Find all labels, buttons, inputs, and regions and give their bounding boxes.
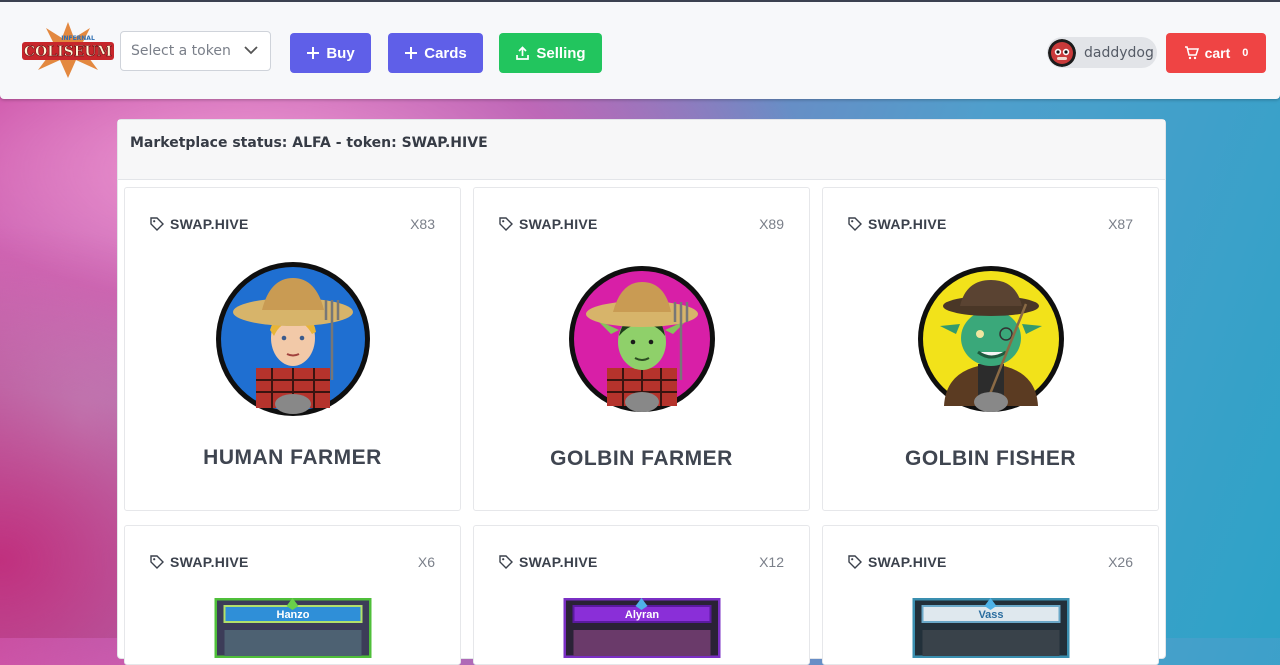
card-quantity: X89 — [759, 216, 784, 232]
card-title: GOLBIN FISHER — [904, 447, 1076, 470]
tag-icon — [848, 217, 862, 231]
card-quantity: X87 — [1108, 216, 1133, 232]
token-label: SWAP.HIVE — [519, 554, 598, 570]
card-quantity: X26 — [1108, 554, 1133, 570]
token-select-placeholder: Select a token — [131, 43, 231, 59]
card-title: HUMAN FARMER — [203, 446, 382, 469]
card-title: GOLBIN FARMER — [550, 447, 733, 470]
tag-icon — [150, 217, 164, 231]
top-navbar: COLISEUM INFERNAL Select a token Buy Car… — [0, 0, 1280, 99]
token-tag: SWAP.HIVE — [499, 216, 598, 232]
alyran-card-art: Alyran — [563, 598, 720, 658]
token-label: SWAP.HIVE — [868, 216, 947, 232]
token-label: SWAP.HIVE — [868, 554, 947, 570]
card-vass[interactable]: SWAP.HIVE X26 Vass — [822, 525, 1159, 665]
tag-icon — [848, 555, 862, 569]
card-hanzo[interactable]: SWAP.HIVE X6 Hanzo — [124, 525, 461, 665]
marketplace-panel: Marketplace status: ALFA - token: SWAP.H… — [117, 119, 1166, 665]
buy-button-label: Buy — [326, 44, 355, 62]
cards-button[interactable]: Cards — [388, 33, 483, 73]
token-label: SWAP.HIVE — [170, 216, 249, 232]
card-alyran[interactable]: SWAP.HIVE X12 Alyran — [473, 525, 810, 665]
cart-label: cart — [1204, 45, 1231, 61]
cart-button[interactable]: cart 0 — [1166, 33, 1266, 73]
tag-icon — [150, 555, 164, 569]
svg-text:Vass: Vass — [978, 609, 1003, 621]
marketplace-status: Marketplace status: ALFA - token: SWAP.H… — [118, 120, 1165, 180]
tag-icon — [499, 555, 513, 569]
svg-text:INFERNAL: INFERNAL — [61, 35, 95, 42]
username: daddydog — [1084, 44, 1154, 61]
token-tag: SWAP.HIVE — [848, 216, 947, 232]
token-label: SWAP.HIVE — [170, 554, 249, 570]
buy-button[interactable]: Buy — [290, 33, 371, 73]
card-quantity: X6 — [417, 554, 435, 570]
vass-card-art: Vass — [912, 598, 1069, 658]
card-golbin-fisher[interactable]: SWAP.HIVE X87 GOLBIN FISHER — [822, 187, 1159, 511]
coliseum-logo[interactable]: COLISEUM INFERNAL — [20, 20, 116, 80]
hanzo-card-art: Hanzo — [214, 598, 371, 658]
svg-text:Alyran: Alyran — [624, 609, 659, 621]
card-quantity: X12 — [759, 554, 784, 570]
chevron-down-icon — [244, 46, 258, 55]
cart-icon — [1184, 46, 1199, 60]
plus-icon — [405, 47, 418, 59]
plus-icon — [307, 47, 320, 59]
svg-text:COLISEUM: COLISEUM — [24, 44, 112, 60]
golbin-fisher-portrait — [917, 266, 1064, 412]
svg-text:Hanzo: Hanzo — [276, 609, 309, 621]
token-select[interactable]: Select a token — [120, 31, 271, 71]
token-label: SWAP.HIVE — [519, 216, 598, 232]
token-tag: SWAP.HIVE — [150, 554, 249, 570]
token-tag: SWAP.HIVE — [499, 554, 598, 570]
golbin-farmer-portrait — [568, 266, 715, 412]
card-quantity: X83 — [410, 216, 435, 232]
token-tag: SWAP.HIVE — [150, 216, 249, 232]
avatar — [1048, 38, 1076, 67]
cards-button-label: Cards — [424, 44, 467, 62]
upload-icon — [516, 45, 530, 60]
card-golbin-farmer[interactable]: SWAP.HIVE X89 GOLBIN FARMER — [473, 187, 810, 511]
human-farmer-portrait — [215, 262, 370, 416]
tag-icon — [499, 217, 513, 231]
selling-button-label: Selling — [536, 44, 586, 62]
cart-count-badge: 0 — [1242, 47, 1249, 59]
selling-button[interactable]: Selling — [499, 33, 602, 73]
card-human-farmer[interactable]: SWAP.HIVE X83 HUMAN FARMER — [124, 187, 461, 511]
token-tag: SWAP.HIVE — [848, 554, 947, 570]
user-profile-badge[interactable]: daddydog — [1047, 37, 1157, 68]
